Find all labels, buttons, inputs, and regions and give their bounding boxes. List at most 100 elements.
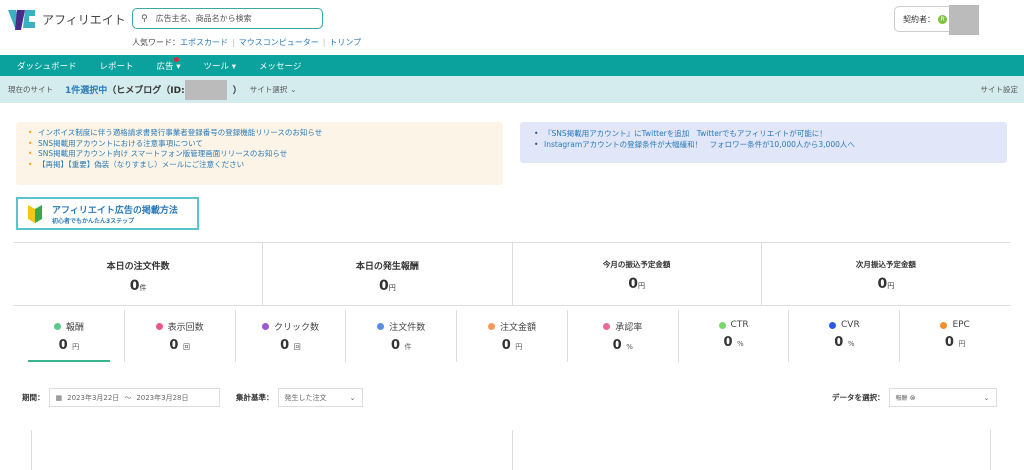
popular-word-link[interactable]: エポスカード xyxy=(180,38,228,47)
popular-word-link[interactable]: トリンプ xyxy=(329,38,361,47)
legend-dot-icon xyxy=(829,321,836,329)
rank-badge: R xyxy=(938,14,947,24)
stat-label: 本日の注文件数 xyxy=(106,262,170,272)
valuecommerce-logo[interactable] xyxy=(8,8,36,34)
site-bar: 現在のサイト 1件選択中 （ヒメブログ（ID: ） サイト選択 ⌄ サイト設定 xyxy=(0,76,1024,103)
news-list: 『SNS掲載用アカウント』にTwitterを追加 Twitterでもアフィリエイ… xyxy=(520,122,1007,163)
legend-dot-icon xyxy=(718,321,726,329)
basis-label: 集計基準： xyxy=(236,393,274,402)
site-name: （ヒメブログ（ID: xyxy=(107,86,185,96)
search-placeholder: 広告主名、商品名から検索 xyxy=(155,14,252,23)
site-select-dropdown[interactable]: サイト選択 xyxy=(250,84,288,95)
legend-dot-icon xyxy=(940,321,948,329)
metric-value: 0 xyxy=(723,335,733,350)
main-nav: ダッシュボード レポート 広告 ▾ ツール ▾ メッセージ xyxy=(0,55,1024,76)
nav-ads[interactable]: 広告 ▾ xyxy=(156,56,181,72)
legend-dot-icon xyxy=(53,323,61,330)
current-site-label: 現在のサイト xyxy=(8,85,53,94)
range-separator: 〜 xyxy=(124,393,132,402)
news-link[interactable]: 『SNS掲載用アカウント』にTwitterを追加 Twitterでもアフィリエイ… xyxy=(534,129,1007,140)
notice-link[interactable]: 【再掲】【重要】偽装（なりすまし）メールにご注意ください xyxy=(28,160,503,171)
guide-title: アフィリエイト広告の掲載方法 xyxy=(52,205,178,216)
site-settings-link[interactable]: サイト設定 xyxy=(981,84,1019,95)
contract-menu[interactable]: 契約者： R xyxy=(894,5,979,35)
notice-link[interactable]: SNS掲載用アカウントにおける注意事項について xyxy=(28,139,503,150)
period-label: 期間： xyxy=(22,393,45,402)
popular-words: 人気ワード：エポスカード | マウスコンピューター | トリンプ xyxy=(132,38,362,47)
metric-unit: 件 xyxy=(404,343,412,351)
metric-tab[interactable]: 承認率 0 % xyxy=(568,310,679,362)
metric-tab[interactable]: 注文金額 0 円 xyxy=(457,310,568,362)
news-link[interactable]: Instagramアカウントの登録条件が大幅緩和！ フォロワー条件が10,000… xyxy=(534,140,1007,151)
chevron-down-icon: ⌄ xyxy=(983,393,990,402)
metric-tab[interactable]: 表示回数 0 回 xyxy=(125,310,236,362)
legend-dot-icon xyxy=(261,323,269,330)
metric-value: 0 xyxy=(834,335,844,350)
data-tag: 報酬 xyxy=(895,395,908,402)
metric-tab[interactable]: CTR 0 % xyxy=(679,310,790,362)
data-select-label: データを選択： xyxy=(832,393,885,402)
beginner-mark-icon xyxy=(28,204,42,223)
stat-today-orders: 本日の注文件数 0件 xyxy=(14,243,264,305)
nav-dashboard[interactable]: ダッシュボード xyxy=(17,60,77,72)
metric-unit: 円 xyxy=(958,340,966,348)
metric-tabs: 報酬 0 円 表示回数 0 回 クリック数 0 回 注文件数 0 件 注文金額 0 円 承認率 0 %… xyxy=(14,310,1010,362)
metric-value: 0 xyxy=(944,335,954,350)
date-range-picker[interactable]: ▦ 2023年3月22日〜 2023年3月28日 xyxy=(48,388,220,407)
metric-label: CTR xyxy=(730,320,749,330)
stat-value: 0 xyxy=(129,278,140,294)
remove-tag-icon[interactable]: ⊗ xyxy=(910,394,916,402)
metric-value: 0 xyxy=(169,338,179,353)
brand-title: アフィリエイト xyxy=(42,13,126,27)
nav-messages[interactable]: メッセージ xyxy=(259,60,301,72)
notice-list: インボイス制度に伴う適格請求書発行事業者登録番号の登録機能リリースのお知らせ S… xyxy=(16,122,503,185)
popular-label: 人気ワード： xyxy=(132,38,180,47)
chevron-down-icon: ⌄ xyxy=(349,393,356,402)
metric-unit: 回 xyxy=(182,343,190,351)
chart-divider xyxy=(512,430,513,470)
summary-stats: 本日の注文件数 0件 本日の発生報酬 0円 今月の振込予定金額 0円 次月振込予定金額… xyxy=(14,242,1010,306)
metric-value: 0 xyxy=(612,338,622,353)
guide-banner[interactable]: アフィリエイト広告の掲載方法 初心者でもかんたん3ステップ xyxy=(16,197,199,230)
nav-ads-label: 広告 xyxy=(156,61,174,72)
nav-tools[interactable]: ツール ▾ xyxy=(204,60,236,72)
selected-count: 1件選択中 xyxy=(65,86,108,96)
stat-next-month-payout: 次月振込予定金額 0円 xyxy=(762,243,1010,305)
stat-unit: 円 xyxy=(887,282,895,290)
chart-area xyxy=(31,430,991,470)
metric-tab[interactable]: 報酬 0 円 xyxy=(14,310,125,362)
metric-label: CVR xyxy=(841,320,860,330)
metric-value: 0 xyxy=(58,338,68,353)
metric-label: EPC xyxy=(952,320,970,330)
stat-label: 今月の振込予定金額 xyxy=(602,260,671,269)
stat-unit: 件 xyxy=(139,284,147,292)
metric-tab[interactable]: 注文件数 0 件 xyxy=(346,310,458,362)
nav-report[interactable]: レポート xyxy=(100,60,134,72)
data-select[interactable]: 報酬 ⊗ ⌄ xyxy=(888,388,997,407)
metric-unit: 円 xyxy=(72,343,80,351)
metric-tab[interactable]: EPC 0 円 xyxy=(900,310,1010,362)
stat-value: 0 xyxy=(628,276,638,292)
basis-select[interactable]: 発生した注文 ⌄ xyxy=(277,388,363,407)
metric-unit: 回 xyxy=(293,343,301,351)
metric-label: 注文件数 xyxy=(389,323,426,333)
metric-value: 0 xyxy=(390,338,400,353)
metric-tab[interactable]: CVR 0 % xyxy=(789,310,901,362)
date-to: 2023年3月28日 xyxy=(136,393,189,402)
search-input[interactable]: ⚲ 広告主名、商品名から検索 xyxy=(132,8,323,29)
nav-tools-label: ツール xyxy=(203,61,230,72)
notice-link[interactable]: SNS掲載用アカウント向け スマートフォン版管理画面リリースのお知らせ xyxy=(28,149,503,160)
period-filter: 期間： ▦ 2023年3月22日〜 2023年3月28日 xyxy=(22,388,220,407)
stat-unit: 円 xyxy=(638,282,645,290)
popular-word-link[interactable]: マウスコンピューター xyxy=(239,38,319,47)
notice-link[interactable]: インボイス制度に伴う適格請求書発行事業者登録番号の登録機能リリースのお知らせ xyxy=(28,128,503,139)
metric-unit: 円 xyxy=(515,343,523,351)
redacted-id xyxy=(184,79,227,100)
stat-unit: 円 xyxy=(388,284,396,292)
stat-label: 次月振込予定金額 xyxy=(855,260,916,269)
metric-tab[interactable]: クリック数 0 回 xyxy=(236,310,347,362)
stat-value: 0 xyxy=(877,276,888,292)
legend-dot-icon xyxy=(603,323,611,330)
redacted-name xyxy=(949,5,979,35)
basis-value: 発生した注文 xyxy=(284,393,327,402)
